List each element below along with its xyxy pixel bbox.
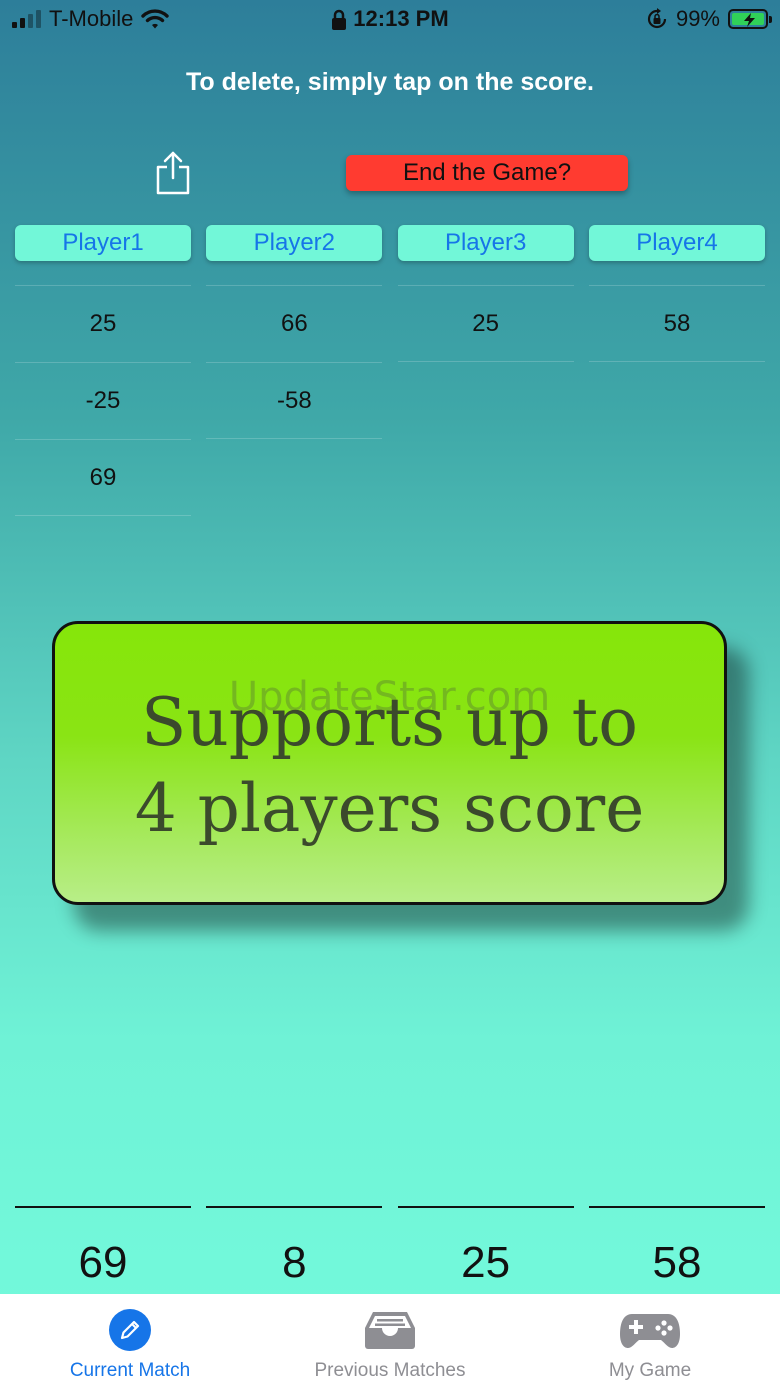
status-right: 99% bbox=[646, 6, 772, 32]
end-game-button[interactable]: End the Game? bbox=[346, 155, 628, 191]
tab-my-game[interactable]: My Game bbox=[520, 1294, 780, 1387]
player-2-total: 8 bbox=[206, 1206, 383, 1288]
rotation-lock-icon bbox=[647, 8, 667, 29]
player-4-total: 58 bbox=[588, 1206, 765, 1288]
score-columns: 25 -25 69 66 -58 25 58 bbox=[15, 285, 765, 516]
totals-row: 69 8 25 58 bbox=[15, 1206, 765, 1288]
player-4-scores: 58 bbox=[588, 285, 765, 516]
share-button[interactable] bbox=[154, 150, 192, 196]
lock-icon bbox=[332, 9, 347, 31]
player-3-total: 25 bbox=[397, 1206, 574, 1288]
status-bar: T-Mobile 12:13 PM 99% bbox=[0, 0, 780, 40]
player-3-button[interactable]: Player3 bbox=[397, 225, 574, 261]
tab-label: My Game bbox=[608, 1360, 692, 1381]
promo-line-2: 4 players score bbox=[134, 770, 645, 847]
tab-bar: Current Match Previous Matches My Game bbox=[0, 1294, 780, 1387]
instruction-text: To delete, simply tap on the score. bbox=[186, 68, 594, 96]
tab-label: Previous Matches bbox=[314, 1360, 466, 1381]
tab-current-match[interactable]: Current Match bbox=[0, 1294, 260, 1387]
promo-line-1: Supports up to bbox=[141, 684, 638, 761]
promo-banner: UpdateStar.com Supports up to 4 players … bbox=[52, 621, 727, 905]
score-cell[interactable]: 25 bbox=[15, 285, 191, 362]
player-4-button[interactable]: Player4 bbox=[588, 225, 765, 261]
share-icon bbox=[156, 151, 190, 195]
tab-previous-matches[interactable]: Previous Matches bbox=[260, 1294, 520, 1387]
score-cell[interactable]: 25 bbox=[397, 285, 574, 362]
tab-label: Current Match bbox=[69, 1360, 191, 1381]
battery-percent: 99% bbox=[675, 6, 720, 31]
battery-icon bbox=[728, 9, 772, 29]
score-cell[interactable]: -58 bbox=[206, 362, 383, 439]
gamepad-icon bbox=[620, 1314, 680, 1348]
player-2-button[interactable]: Player2 bbox=[206, 225, 383, 261]
player-3-scores: 25 bbox=[397, 285, 574, 516]
score-cell[interactable]: 66 bbox=[206, 285, 383, 362]
pencil-icon bbox=[109, 1309, 151, 1351]
score-cell[interactable]: 69 bbox=[15, 439, 191, 516]
tray-icon bbox=[365, 1312, 415, 1349]
score-cell[interactable]: 58 bbox=[588, 285, 765, 362]
clock: 12:13 PM bbox=[353, 6, 449, 31]
player-1-button[interactable]: Player1 bbox=[15, 225, 191, 261]
promo-text: Supports up to 4 players score bbox=[55, 680, 724, 852]
player-headers: Player1 Player2 Player3 Player4 bbox=[15, 225, 765, 261]
player-1-total: 69 bbox=[15, 1206, 191, 1288]
score-cell[interactable]: -25 bbox=[15, 362, 191, 439]
player-2-scores: 66 -58 bbox=[206, 285, 383, 516]
player-1-scores: 25 -25 69 bbox=[15, 285, 191, 516]
